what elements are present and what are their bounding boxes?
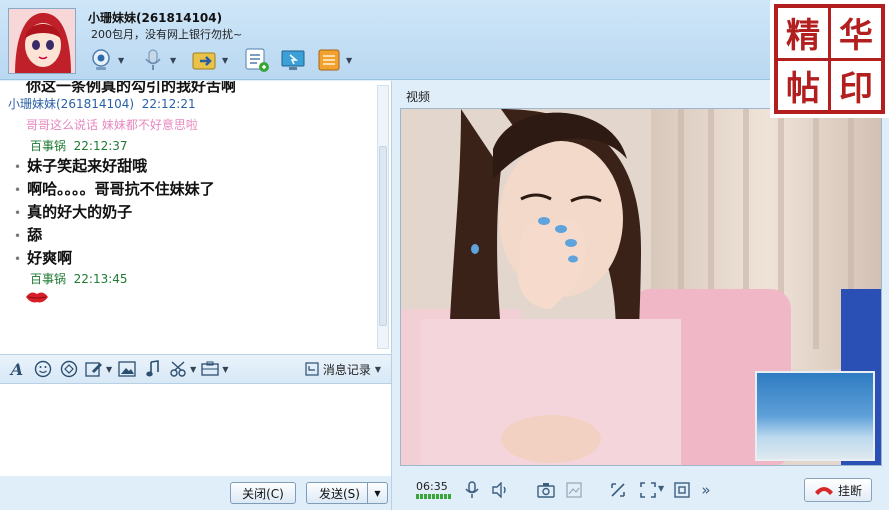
- camera-snapshot-icon[interactable]: [536, 480, 556, 500]
- sender-name: 百事锅: [30, 272, 67, 286]
- history-label: 消息记录: [322, 362, 371, 377]
- message-line: • 舔: [0, 224, 391, 247]
- message-text: 真的好大的奶子: [27, 203, 133, 221]
- sender-name: 百事锅: [30, 139, 67, 153]
- music-icon[interactable]: [142, 358, 164, 380]
- contact-avatar[interactable]: [8, 8, 76, 74]
- image-icon[interactable]: [116, 358, 138, 380]
- seal-char: 印: [831, 60, 881, 110]
- chevron-down-icon[interactable]: ▼: [106, 365, 112, 374]
- message-line: • 好爽啊: [0, 247, 391, 270]
- message-history-button[interactable]: 消息记录 ▼: [305, 361, 381, 378]
- chevron-down-icon[interactable]: ▼: [118, 56, 126, 65]
- truncated-message: 你这一条例真的勾引的我好舌啊: [26, 81, 237, 95]
- message-header: 百事锅 22:13:45: [0, 270, 391, 288]
- message-time: 22:12:21: [141, 97, 196, 111]
- self-camera-preview[interactable]: [755, 371, 875, 461]
- magic-emoji-icon[interactable]: [58, 358, 80, 380]
- emoji-icon[interactable]: [32, 358, 54, 380]
- edit-icon[interactable]: [84, 358, 106, 380]
- fullscreen-icon[interactable]: [638, 480, 658, 500]
- hangup-button[interactable]: 挂断: [804, 478, 872, 502]
- format-toolbar: A ▼ ▼ ▼ 消息记录 ▼: [0, 354, 392, 384]
- history-icon: [305, 362, 319, 376]
- video-panel-title: 视频: [406, 90, 431, 104]
- video-controls: 06:35 ▼ » 挂断: [400, 470, 882, 510]
- chevron-down-icon[interactable]: ▼: [222, 56, 230, 65]
- close-button[interactable]: 关闭(C): [230, 482, 296, 504]
- phone-hangup-icon: [814, 487, 833, 495]
- microphone-icon[interactable]: [462, 480, 482, 500]
- switch-view-icon[interactable]: [608, 480, 628, 500]
- message-time: 22:13:45: [73, 272, 128, 286]
- contact-signature: 200包月，没有网上银行勿扰~: [91, 28, 243, 41]
- sender-name: 小珊妹妹(261814104): [8, 97, 135, 111]
- chat-scrollbar[interactable]: [377, 85, 389, 349]
- speaker-icon[interactable]: [490, 480, 510, 500]
- message-time: 22:12:37: [73, 139, 128, 153]
- bullet-icon: •: [14, 206, 22, 220]
- more-chevron-icon[interactable]: »: [696, 480, 716, 500]
- video-feed[interactable]: [400, 108, 882, 466]
- send-bar: 关闭(C) 发送(S) ▼: [0, 476, 392, 510]
- signal-meter: [416, 494, 451, 499]
- apps-icon[interactable]: [314, 45, 344, 75]
- remote-desktop-icon[interactable]: [278, 45, 308, 75]
- send-options-chevron-icon[interactable]: ▼: [367, 483, 387, 503]
- bullet-icon: •: [14, 183, 22, 197]
- call-duration: 06:35: [416, 480, 448, 493]
- webcam-icon[interactable]: [86, 45, 116, 75]
- microphone-icon[interactable]: [138, 45, 168, 75]
- message-header: 小珊妹妹(261814104) 22:12:21: [0, 95, 391, 113]
- seal-char: 华: [831, 8, 881, 58]
- message-line: • 真的好大的奶子: [0, 201, 391, 224]
- message-header: 百事锅 22:12:37: [0, 137, 391, 155]
- seal-stamp: 精 华 帖 印: [770, 0, 889, 118]
- screenshot-icon[interactable]: [168, 358, 190, 380]
- font-icon[interactable]: A: [6, 358, 28, 380]
- kiss-lips-icon: [0, 288, 391, 312]
- more-icon[interactable]: [200, 358, 222, 380]
- chat-toolbar: ▼ ▼ ▼ ▼: [86, 44, 360, 76]
- send-label: 发送(S): [319, 486, 360, 501]
- message-input[interactable]: [0, 384, 392, 476]
- fit-window-icon[interactable]: [672, 480, 692, 500]
- chevron-down-icon[interactable]: ▼: [190, 365, 196, 374]
- bullet-icon: •: [14, 160, 22, 174]
- message-text: 哥哥这么说话 妹妹都不好意思啦: [26, 118, 198, 132]
- transfer-file-icon[interactable]: [190, 45, 220, 75]
- chevron-down-icon[interactable]: ▼: [222, 365, 228, 374]
- seal-char: 精: [778, 8, 828, 58]
- send-button[interactable]: 发送(S) ▼: [306, 482, 388, 504]
- message-history[interactable]: 你这一条例真的勾引的我好舌啊 小珊妹妹(261814104) 22:12:21 …: [0, 81, 392, 354]
- message-line: • 妹子笑起来好甜哦: [0, 155, 391, 178]
- message-line: • 啊哈。。。。哥哥抗不住妹妹了: [0, 178, 391, 201]
- scroll-thumb[interactable]: [379, 146, 387, 326]
- message-text: 啊哈。。。。哥哥抗不住妹妹了: [27, 180, 215, 198]
- bullet-icon: •: [14, 229, 22, 243]
- chevron-down-icon[interactable]: ▼: [170, 56, 178, 65]
- chevron-down-icon[interactable]: ▼: [658, 484, 664, 493]
- contact-name: 小珊妹妹(261814104): [88, 11, 223, 25]
- chat-list-icon[interactable]: [242, 45, 272, 75]
- message-text: 好爽啊: [27, 249, 73, 267]
- message-text: 舔: [27, 226, 43, 244]
- chat-window-header: 小珊妹妹(261814104) 200包月，没有网上银行勿扰~ ▼ ▼ ▼ ▼: [0, 0, 889, 80]
- chevron-down-icon: ▼: [374, 364, 381, 374]
- image-adjust-icon[interactable]: [564, 480, 584, 500]
- message-text: 妹子笑起来好甜哦: [27, 157, 148, 175]
- bullet-icon: •: [14, 252, 22, 266]
- hangup-label: 挂断: [837, 483, 862, 498]
- chevron-down-icon[interactable]: ▼: [346, 56, 354, 65]
- seal-char: 帖: [778, 60, 828, 110]
